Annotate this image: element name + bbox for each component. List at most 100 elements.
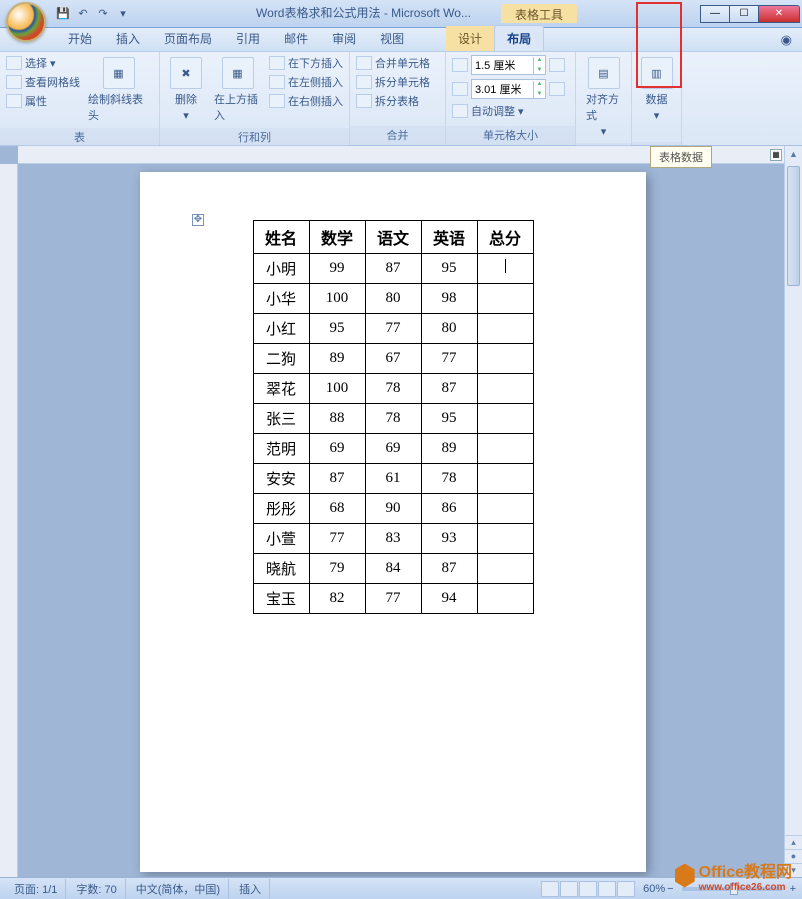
table-cell[interactable]: [477, 464, 533, 494]
table-cell[interactable]: 小华: [253, 284, 309, 314]
table-cell[interactable]: 69: [365, 434, 421, 464]
table-cell[interactable]: 87: [421, 374, 477, 404]
ruler-toggle[interactable]: ▦: [770, 149, 782, 161]
table-cell[interactable]: 94: [421, 584, 477, 614]
zoom-out-icon[interactable]: −: [667, 883, 673, 895]
row-height-spinner[interactable]: ▲▼: [471, 55, 546, 75]
table-row[interactable]: 小明998795: [253, 254, 533, 284]
status-words[interactable]: 字数: 70: [68, 879, 125, 899]
table-cell[interactable]: 二狗: [253, 344, 309, 374]
table-header[interactable]: 数学: [309, 221, 365, 254]
table-cell[interactable]: 95: [421, 254, 477, 284]
tab-view[interactable]: 视图: [368, 26, 416, 51]
table-cell[interactable]: 小明: [253, 254, 309, 284]
table-cell[interactable]: [477, 554, 533, 584]
table-cell[interactable]: 87: [421, 554, 477, 584]
tab-design[interactable]: 设计: [446, 26, 494, 51]
prev-page-icon[interactable]: ▴: [785, 835, 802, 849]
view-full-screen-icon[interactable]: [560, 881, 578, 897]
table-cell[interactable]: 范明: [253, 434, 309, 464]
view-web-icon[interactable]: [579, 881, 597, 897]
select-button[interactable]: 选择 ▾: [6, 55, 80, 71]
table-cell[interactable]: 69: [309, 434, 365, 464]
tab-mailings[interactable]: 邮件: [272, 26, 320, 51]
table-row[interactable]: 小红957780: [253, 314, 533, 344]
table-cell[interactable]: 77: [365, 314, 421, 344]
save-icon[interactable]: 💾: [54, 5, 72, 23]
insert-left-button[interactable]: 在左侧插入: [269, 74, 343, 90]
row-height-input[interactable]: [472, 59, 530, 71]
table-cell[interactable]: [477, 584, 533, 614]
table-cell[interactable]: 68: [309, 494, 365, 524]
table-cell[interactable]: [477, 374, 533, 404]
table-cell[interactable]: 77: [421, 344, 477, 374]
table-row[interactable]: 范明696989: [253, 434, 533, 464]
tab-references[interactable]: 引用: [224, 26, 272, 51]
table-cell[interactable]: [477, 254, 533, 284]
view-print-layout-icon[interactable]: [541, 881, 559, 897]
vertical-ruler[interactable]: [0, 164, 18, 877]
table-cell[interactable]: [477, 314, 533, 344]
table-cell[interactable]: 小红: [253, 314, 309, 344]
table-header[interactable]: 英语: [421, 221, 477, 254]
table-header[interactable]: 语文: [365, 221, 421, 254]
table-cell[interactable]: 80: [421, 314, 477, 344]
tab-insert[interactable]: 插入: [104, 26, 152, 51]
table-row[interactable]: 宝玉827794: [253, 584, 533, 614]
table-row[interactable]: 二狗896777: [253, 344, 533, 374]
document-page[interactable]: ✥ 姓名数学语文英语总分 小明998795小华1008098小红957780二狗…: [140, 172, 646, 872]
table-cell[interactable]: 88: [309, 404, 365, 434]
table-cell[interactable]: 宝玉: [253, 584, 309, 614]
table-cell[interactable]: 90: [365, 494, 421, 524]
table-cell[interactable]: 翠花: [253, 374, 309, 404]
table-cell[interactable]: 84: [365, 554, 421, 584]
table-cell[interactable]: 61: [365, 464, 421, 494]
table-cell[interactable]: 83: [365, 524, 421, 554]
table-move-handle[interactable]: ✥: [192, 214, 204, 226]
table-row[interactable]: 小华1008098: [253, 284, 533, 314]
help-icon[interactable]: ◉: [781, 32, 792, 48]
insert-above-button[interactable]: ▦ 在上方插入: [210, 55, 265, 125]
table-cell[interactable]: 小萱: [253, 524, 309, 554]
table-cell[interactable]: [477, 344, 533, 374]
properties-button[interactable]: 属性: [6, 93, 80, 109]
table-cell[interactable]: 87: [365, 254, 421, 284]
table-cell[interactable]: 67: [365, 344, 421, 374]
tab-layout[interactable]: 布局: [494, 25, 544, 51]
alignment-button[interactable]: ▤ 对齐方式▾: [582, 55, 625, 140]
tab-page-layout[interactable]: 页面布局: [152, 26, 224, 51]
col-width-input[interactable]: [472, 83, 530, 95]
maximize-button[interactable]: ☐: [729, 5, 759, 23]
insert-below-button[interactable]: 在下方插入: [269, 55, 343, 71]
vertical-scrollbar[interactable]: ▲ ▴ ● ▾: [784, 146, 802, 877]
table-cell[interactable]: [477, 524, 533, 554]
zoom-level[interactable]: 60%: [643, 883, 665, 895]
table-row[interactable]: 彤彤689086: [253, 494, 533, 524]
table-cell[interactable]: 79: [309, 554, 365, 584]
insert-right-button[interactable]: 在右侧插入: [269, 93, 343, 109]
table-cell[interactable]: 93: [421, 524, 477, 554]
qat-more-icon[interactable]: ▾: [114, 5, 132, 23]
table-cell[interactable]: 77: [309, 524, 365, 554]
data-table[interactable]: 姓名数学语文英语总分 小明998795小华1008098小红957780二狗89…: [253, 220, 534, 614]
table-cell[interactable]: 89: [421, 434, 477, 464]
minimize-button[interactable]: —: [700, 5, 730, 23]
distribute-rows-icon[interactable]: [549, 58, 565, 72]
view-gridlines-button[interactable]: 查看网格线: [6, 74, 80, 90]
table-cell[interactable]: 89: [309, 344, 365, 374]
table-row[interactable]: 晓航798487: [253, 554, 533, 584]
delete-button[interactable]: ✖ 删除▾: [166, 55, 206, 124]
status-mode[interactable]: 插入: [231, 879, 270, 899]
table-cell[interactable]: 82: [309, 584, 365, 614]
redo-icon[interactable]: ↷: [94, 5, 112, 23]
draw-diagonal-button[interactable]: ▦ 绘制斜线表头: [84, 55, 153, 125]
table-cell[interactable]: 100: [309, 284, 365, 314]
table-cell[interactable]: 张三: [253, 404, 309, 434]
table-cell[interactable]: [477, 434, 533, 464]
table-header[interactable]: 姓名: [253, 221, 309, 254]
split-table-button[interactable]: 拆分表格: [356, 93, 430, 109]
view-outline-icon[interactable]: [598, 881, 616, 897]
table-cell[interactable]: 安安: [253, 464, 309, 494]
table-cell[interactable]: [477, 494, 533, 524]
table-cell[interactable]: 95: [309, 314, 365, 344]
